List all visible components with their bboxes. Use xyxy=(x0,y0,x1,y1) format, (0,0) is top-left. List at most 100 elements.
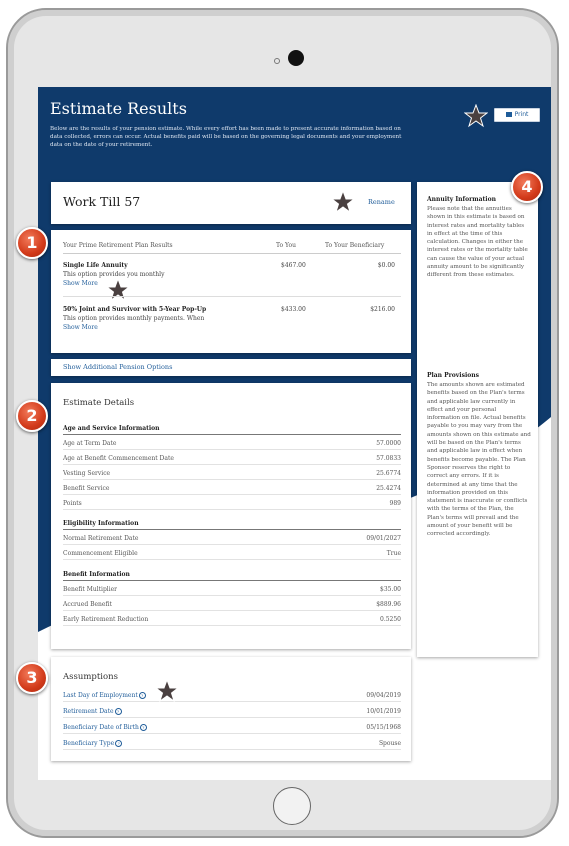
help-icon[interactable]: ? xyxy=(138,692,146,699)
show-additional-card: Show Additional Pension Options xyxy=(51,359,411,376)
show-more-link[interactable]: Show More xyxy=(63,280,98,287)
detail-row: Commencement Eligible True xyxy=(63,548,401,560)
detail-value: $889.96 xyxy=(376,601,401,608)
callout-badge-2: 2 xyxy=(16,400,48,432)
assumption-row: Beneficiary Type? Spouse xyxy=(63,737,401,750)
page-header: Estimate Results Below are the results o… xyxy=(38,87,551,175)
assumption-label: Last Day of Employment xyxy=(63,692,138,699)
star-icon xyxy=(155,679,179,703)
star-icon xyxy=(464,104,488,128)
detail-row: Benefit Service 25.4274 xyxy=(63,483,401,495)
assumptions-title: Assumptions xyxy=(63,672,118,682)
sensor-icon xyxy=(274,58,280,64)
option-description: This option provides you monthly xyxy=(63,271,165,278)
col-to-beneficiary: To Your Beneficiary xyxy=(325,242,385,249)
detail-label: Benefit Service xyxy=(63,485,110,492)
annuity-text: Please note that the annuities shown in … xyxy=(427,206,528,279)
print-button[interactable]: Print xyxy=(494,108,540,122)
info-sidebar: Annuity Information Please note that the… xyxy=(417,182,538,657)
assumptions-card: Assumptions Last Day of Employment? 09/04… xyxy=(51,657,411,761)
annuity-heading: Annuity Information xyxy=(427,196,496,203)
assumption-value: 10/01/2019 xyxy=(366,708,401,715)
callout-badge-1: 1 xyxy=(16,227,48,259)
detail-label: Points xyxy=(63,500,82,507)
assumption-link[interactable]: Retirement Date? xyxy=(63,708,122,715)
printer-icon xyxy=(505,112,512,117)
detail-row: Vesting Service 25.6774 xyxy=(63,468,401,480)
option-to-you: $467.00 xyxy=(281,262,306,269)
detail-value: True xyxy=(386,550,401,557)
provisions-heading: Plan Provisions xyxy=(427,372,479,379)
divider xyxy=(63,296,401,297)
assumption-link[interactable]: Beneficiary Date of Birth? xyxy=(63,724,147,731)
results-header: Your Prime Retirement Plan Results To Yo… xyxy=(63,242,401,254)
col-plan: Your Prime Retirement Plan Results xyxy=(63,242,173,249)
detail-value: $35.00 xyxy=(380,586,401,593)
callout-badge-3: 3 xyxy=(16,662,48,694)
detail-label: Age at Term Date xyxy=(63,440,117,447)
detail-label: Accrued Benefit xyxy=(63,601,112,608)
detail-row: Points 989 xyxy=(63,498,401,510)
detail-row: Age at Term Date 57.0000 xyxy=(63,438,401,450)
home-button[interactable] xyxy=(273,787,311,825)
assumption-label: Beneficiary Date of Birth xyxy=(63,724,139,731)
detail-row: Age at Benefit Commencement Date 57.0833 xyxy=(63,453,401,465)
assumption-row: Retirement Date? 10/01/2019 xyxy=(63,705,401,718)
option-name: Single Life Annuity xyxy=(63,262,128,269)
detail-label: Normal Retirement Date xyxy=(63,535,139,542)
col-to-you: To You xyxy=(276,242,296,249)
detail-label: Vesting Service xyxy=(63,470,111,477)
provisions-text: The amounts shown are estimated benefits… xyxy=(427,382,531,538)
assumption-value: 09/04/2019 xyxy=(366,692,401,699)
section-heading: Benefit Information xyxy=(63,571,401,581)
detail-label: Early Retirement Reduction xyxy=(63,616,149,623)
assumption-value: Spouse xyxy=(378,740,401,747)
estimate-details-card: Estimate Details Age and Service Informa… xyxy=(51,383,411,649)
assumption-label: Beneficiary Type xyxy=(63,740,115,747)
detail-value: 57.0000 xyxy=(376,440,401,447)
help-icon[interactable]: ? xyxy=(139,724,147,731)
detail-value: 989 xyxy=(389,500,401,507)
help-icon[interactable]: ? xyxy=(115,740,123,747)
section-heading: Eligibility Information xyxy=(63,520,401,530)
option-name: 50% Joint and Survivor with 5-Year Pop-U… xyxy=(63,306,207,313)
scenario-card: Work Till 57 Rename xyxy=(51,182,411,224)
option-to-beneficiary: $0.00 xyxy=(377,262,395,269)
assumption-row: Last Day of Employment? 09/04/2019 xyxy=(63,689,401,702)
detail-row: Normal Retirement Date 09/01/2027 xyxy=(63,533,401,545)
assumption-row: Beneficiary Date of Birth? 05/15/1968 xyxy=(63,721,401,734)
detail-row: Accrued Benefit $889.96 xyxy=(63,599,401,611)
assumption-link[interactable]: Last Day of Employment? xyxy=(63,692,146,699)
star-icon xyxy=(106,278,130,302)
option-to-you: $433.00 xyxy=(281,306,306,313)
detail-row: Early Retirement Reduction 0.5250 xyxy=(63,614,401,626)
assumption-label: Retirement Date xyxy=(63,708,114,715)
assumption-value: 05/15/1968 xyxy=(366,724,401,731)
detail-value: 57.0833 xyxy=(376,455,401,462)
show-additional-link[interactable]: Show Additional Pension Options xyxy=(63,363,172,371)
rename-link[interactable]: Rename xyxy=(368,198,395,206)
detail-label: Benefit Multiplier xyxy=(63,586,118,593)
show-more-link[interactable]: Show More xyxy=(63,324,98,331)
scenario-title: Work Till 57 xyxy=(63,194,141,209)
option-description: This option provides monthly payments. W… xyxy=(63,315,205,322)
detail-value: 25.6774 xyxy=(376,470,401,477)
assumption-link[interactable]: Beneficiary Type? xyxy=(63,740,123,747)
detail-label: Commencement Eligible xyxy=(63,550,138,557)
print-label: Print xyxy=(514,111,529,118)
results-card: Your Prime Retirement Plan Results To Yo… xyxy=(51,230,411,353)
callout-badge-4: 4 xyxy=(511,171,543,203)
camera-icon xyxy=(288,50,304,66)
detail-value: 09/01/2027 xyxy=(366,535,401,542)
screen: Estimate Results Below are the results o… xyxy=(38,87,551,780)
detail-label: Age at Benefit Commencement Date xyxy=(63,455,174,462)
detail-value: 0.5250 xyxy=(380,616,401,623)
star-icon xyxy=(331,190,355,214)
details-title: Estimate Details xyxy=(63,398,135,408)
page-title: Estimate Results xyxy=(50,99,187,118)
detail-row: Benefit Multiplier $35.00 xyxy=(63,584,401,596)
section-heading: Age and Service Information xyxy=(63,425,401,435)
detail-value: 25.4274 xyxy=(376,485,401,492)
help-icon[interactable]: ? xyxy=(114,708,122,715)
option-to-beneficiary: $216.00 xyxy=(370,306,395,313)
